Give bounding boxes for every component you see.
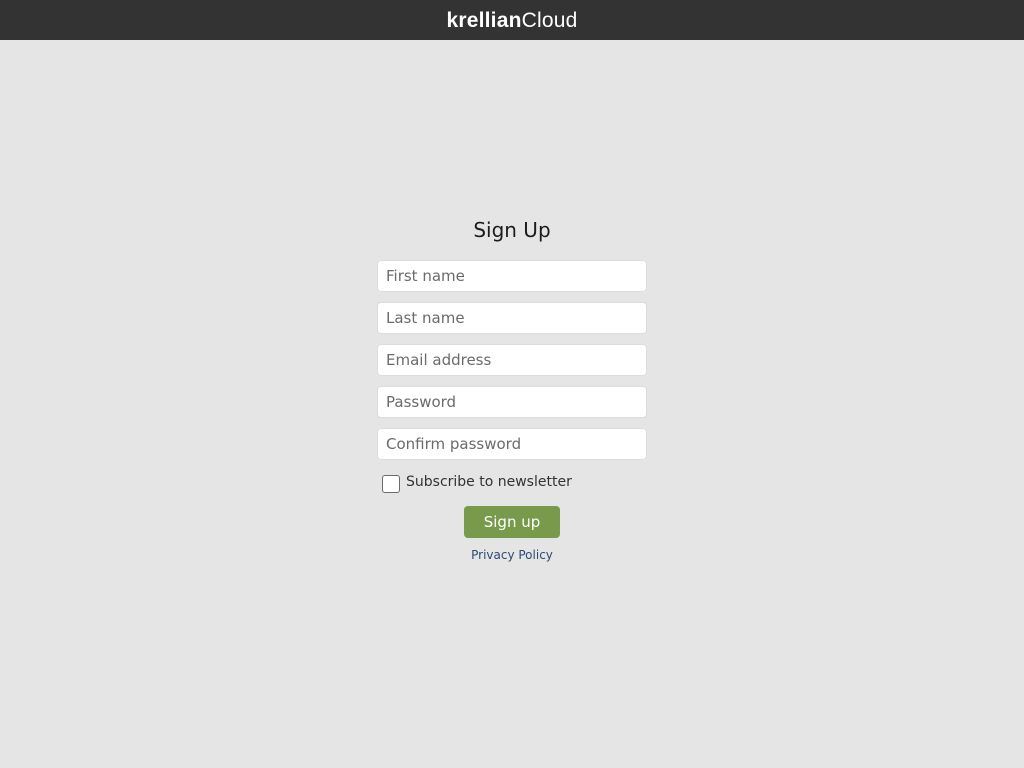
newsletter-label[interactable]: Subscribe to newsletter	[406, 474, 572, 490]
signup-form: Sign Up Subscribe to newsletter Sign up …	[376, 214, 648, 562]
logo-text-light: Cloud	[521, 9, 578, 32]
krellian-cloud-logo[interactable]: krellianCloud	[446, 10, 577, 31]
email-field[interactable]	[377, 344, 647, 376]
first-name-field[interactable]	[377, 260, 647, 292]
page-title: Sign Up	[473, 218, 551, 242]
newsletter-option: Subscribe to newsletter	[382, 470, 648, 494]
sign-up-button[interactable]: Sign up	[464, 506, 560, 538]
submit-row: Sign up	[376, 506, 648, 538]
last-name-field[interactable]	[377, 302, 647, 334]
logo-text-bold: krellian	[446, 9, 522, 32]
confirm-password-field[interactable]	[377, 428, 647, 460]
top-bar: krellianCloud	[0, 0, 1024, 40]
password-field[interactable]	[377, 386, 647, 418]
newsletter-checkbox[interactable]	[382, 474, 400, 493]
privacy-policy-link[interactable]: Privacy Policy	[376, 548, 648, 562]
